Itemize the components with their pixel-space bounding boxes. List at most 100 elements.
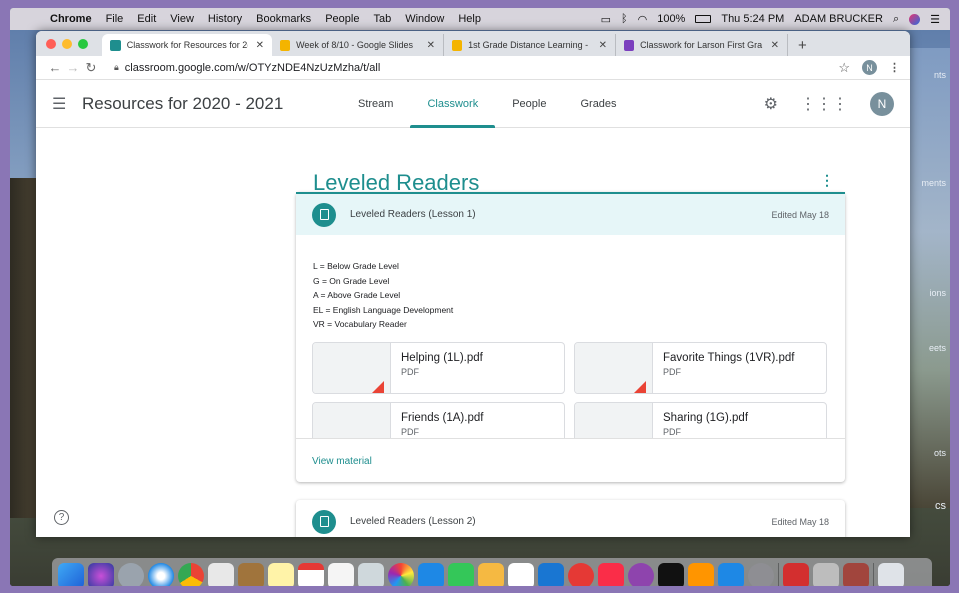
classroom-favicon-icon [624,39,635,51]
material-title[interactable]: Leveled Readers (Lesson 2) [350,516,476,527]
view-material-link[interactable]: View material [312,456,372,467]
notes-icon[interactable] [268,563,294,586]
attachment-card[interactable]: Favorite Things (1VR).pdf PDF [574,342,827,394]
reminders-icon[interactable] [328,563,354,586]
menu-file[interactable]: File [106,13,124,25]
acrobat-icon[interactable] [783,563,809,586]
tab-stream[interactable]: Stream [341,80,410,128]
close-tab-icon[interactable]: ✕ [427,40,435,51]
spotlight-icon[interactable]: ⌕ [893,13,899,26]
photo-booth-icon[interactable] [358,563,384,586]
notification-center-icon[interactable]: ☰ [930,13,940,26]
calendar-icon[interactable] [298,563,324,586]
desktop-label[interactable]: ots [934,448,946,458]
attachment-card[interactable]: Helping (1L).pdf PDF [312,342,565,394]
attachment-card[interactable]: Sharing (1G).pdf PDF [574,402,827,438]
airplay-icon[interactable]: ▭ [601,13,611,26]
document-icon[interactable] [813,563,839,586]
forward-icon[interactable]: → [64,60,82,75]
desktop-label[interactable]: cs [935,500,946,512]
account-avatar[interactable]: N [870,92,894,116]
close-tab-icon[interactable]: ✕ [256,40,264,51]
menu-app-name[interactable]: Chrome [50,13,92,25]
close-tab-icon[interactable]: ✕ [771,40,779,51]
header-actions: ⚙ ⋮⋮⋮ N [764,92,894,116]
dictionary-icon[interactable] [843,563,869,586]
chrome-menu-icon[interactable]: ⋮ [889,61,900,74]
class-title[interactable]: Resources for 2020 - 2021 [82,94,283,114]
close-tab-icon[interactable]: ✕ [599,40,607,51]
menu-help[interactable]: Help [458,13,481,25]
address-bar[interactable]: 🔒︎ classroom.google.com/w/OTYzNDE4NzUzMz… [114,62,380,74]
podcasts-icon[interactable] [628,563,654,586]
menu-bookmarks[interactable]: Bookmarks [256,13,311,25]
facetime-icon[interactable] [448,563,474,586]
material-header[interactable]: Leveled Readers (Lesson 2) Edited May 18 [296,500,845,537]
help-icon[interactable]: ? [54,510,69,525]
tab-title: Classwork for Resources for 2( [126,40,248,50]
apple-tv-icon[interactable] [658,563,684,586]
attachment-name: Favorite Things (1VR).pdf [663,352,795,364]
tab-people[interactable]: People [495,80,563,128]
photos-icon[interactable] [388,563,414,586]
dock-separator [778,563,779,586]
wifi-icon[interactable]: ◠ [638,13,648,26]
tab-title: 1st Grade Distance Learning - [468,40,589,50]
bookmark-star-icon[interactable]: ☆ [838,60,850,76]
chrome-profile-avatar[interactable]: N [862,60,877,75]
siri-dock-icon[interactable] [88,563,114,586]
numbers-icon[interactable] [508,563,534,586]
back-icon[interactable]: ← [46,60,64,75]
news-icon[interactable] [568,563,594,586]
system-preferences-icon[interactable] [748,563,774,586]
battery-icon[interactable] [695,15,712,23]
menu-history[interactable]: History [208,13,242,25]
main-menu-icon[interactable]: ☰ [52,94,72,114]
material-header[interactable]: Leveled Readers (Lesson 1) Edited May 18 [296,192,845,235]
menu-window[interactable]: Window [405,13,444,25]
chrome-icon[interactable] [178,563,204,586]
desktop-label[interactable]: eets [929,343,946,353]
desktop-label[interactable]: ments [921,178,946,188]
safari-icon[interactable] [148,563,174,586]
siri-icon[interactable] [909,13,921,25]
apps-grid-icon[interactable]: ⋮⋮⋮ [800,94,848,114]
keynote-icon[interactable] [538,563,564,586]
attachment-card[interactable]: Friends (1A).pdf PDF [312,402,565,438]
tab-grades[interactable]: Grades [563,80,633,128]
app-store-icon[interactable] [718,563,744,586]
launchpad-icon[interactable] [118,563,144,586]
zoom-window-button[interactable] [78,39,88,49]
messages-icon[interactable] [418,563,444,586]
music-icon[interactable] [598,563,624,586]
browser-tab[interactable]: Week of 8/10 - Google Slides ✕ [272,34,444,56]
preview-icon[interactable] [208,563,234,586]
finder-icon[interactable] [58,563,84,586]
tab-classwork[interactable]: Classwork [410,80,495,128]
menu-view[interactable]: View [170,13,194,25]
url-text[interactable]: classroom.google.com/w/OTYzNDE4NzUzMzha/… [125,62,381,74]
menu-tab[interactable]: Tab [373,13,391,25]
contacts-icon[interactable] [238,563,264,586]
bluetooth-icon[interactable]: ᛒ [621,13,628,25]
reload-icon[interactable]: ↻ [82,60,100,76]
topic-more-icon[interactable]: ⋮ [820,172,834,189]
menu-edit[interactable]: Edit [137,13,156,25]
browser-tab-active[interactable]: Classwork for Resources for 2( ✕ [102,34,272,56]
browser-tab[interactable]: 1st Grade Distance Learning - ✕ [444,34,616,56]
settings-gear-icon[interactable]: ⚙ [764,94,778,114]
card-divider [296,438,845,439]
material-title[interactable]: Leveled Readers (Lesson 1) [350,209,476,220]
desktop-label[interactable]: nts [934,70,946,80]
close-window-button[interactable] [46,39,56,49]
trash-icon[interactable] [878,563,904,586]
books-icon[interactable] [688,563,714,586]
new-tab-button[interactable]: + [788,34,817,56]
minimize-window-button[interactable] [62,39,72,49]
menu-people[interactable]: People [325,13,359,25]
pages-icon[interactable] [478,563,504,586]
browser-tab[interactable]: Classwork for Larson First Gra ✕ [616,34,788,56]
clock[interactable]: Thu 5:24 PM [721,13,784,25]
user-name[interactable]: ADAM BRUCKER [794,13,883,25]
desktop-label[interactable]: ions [929,288,946,298]
